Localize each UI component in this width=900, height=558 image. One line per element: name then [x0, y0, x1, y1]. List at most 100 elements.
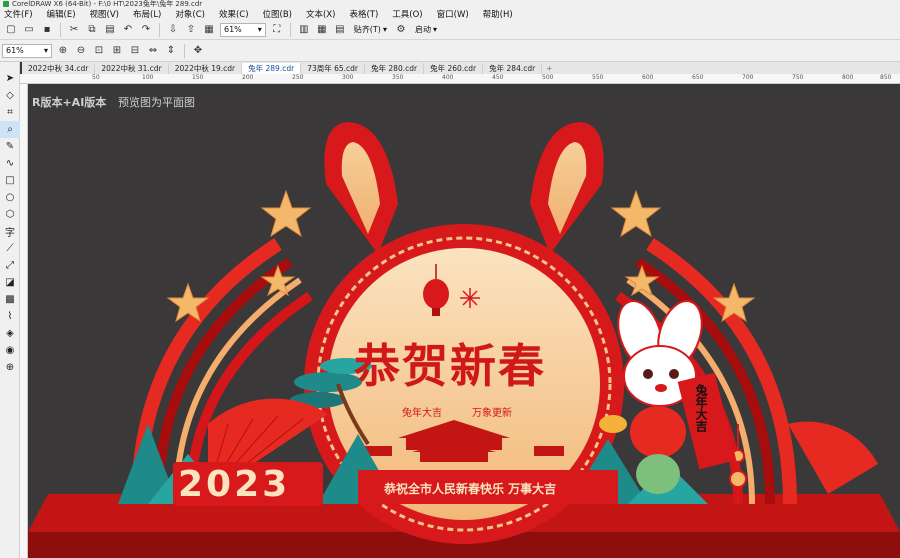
- zoom-level-select[interactable]: 61% ▾: [220, 22, 266, 37]
- tab-document[interactable]: 2022中秋 19.cdr: [169, 63, 243, 74]
- toolbox: ➤ ◇ ⌗ ⌕ ✎ ∿ □ ○ ⬡ 字 ⟋ ⤢ ◪ ▩ ⌇ ◈ ◉ ⊕: [0, 62, 20, 558]
- shape-tool-icon[interactable]: ◇: [0, 87, 20, 104]
- chevron-down-icon: ▾: [43, 46, 48, 55]
- tab-document-active[interactable]: 兔年 289.cdr: [242, 63, 302, 74]
- tab-label: 73周年 65.cdr: [307, 64, 359, 73]
- redo-icon[interactable]: ↷: [139, 23, 153, 37]
- drawing-canvas[interactable]: R版本+AI版本 预览图为平面图 恭贺新春 兔年大吉 万象更新 2023 恭祝全…: [28, 84, 900, 558]
- new-tab-plus-icon[interactable]: +: [542, 63, 556, 74]
- toolbar-divider: [60, 22, 61, 37]
- menu-window[interactable]: 窗口(W): [437, 8, 469, 20]
- zoom-height-icon[interactable]: ⇕: [164, 44, 178, 58]
- ruler-tick-label: 800: [842, 74, 854, 81]
- zoom-level-value: 61%: [224, 25, 242, 34]
- ruler-tick-label: 600: [642, 74, 654, 81]
- ruler-tick-label: 400: [442, 74, 454, 81]
- zoom-all-objects-icon[interactable]: ⊞: [110, 44, 124, 58]
- undo-icon[interactable]: ↶: [121, 23, 135, 37]
- ruler-tick-label: 650: [692, 74, 704, 81]
- menu-table[interactable]: 表格(T): [349, 8, 378, 20]
- eyedropper-icon[interactable]: ⌇: [0, 308, 20, 325]
- zoom-page-icon[interactable]: ⊟: [128, 44, 142, 58]
- application-launcher-dropdown[interactable]: 启动 ▾: [412, 23, 440, 37]
- save-icon[interactable]: ▪: [40, 23, 54, 37]
- show-guidelines-icon[interactable]: ▤: [333, 23, 347, 37]
- show-grid-icon[interactable]: ▦: [315, 23, 329, 37]
- menu-tools[interactable]: 工具(O): [392, 8, 422, 20]
- menu-effects[interactable]: 效果(C): [219, 8, 249, 20]
- snap-to-dropdown[interactable]: 贴齐(T) ▾: [351, 23, 390, 37]
- horizontal-ruler[interactable]: 50 100 150 200 250 300 350 400 450 500 5…: [20, 74, 900, 84]
- tab-label: 2022中秋 19.cdr: [174, 64, 236, 73]
- tab-document[interactable]: 2022中秋 34.cdr: [22, 63, 96, 74]
- zoom-levels-value: 61%: [6, 46, 24, 55]
- menu-bar: 文件(F) 编辑(E) 视图(V) 布局(L) 对象(C) 效果(C) 位图(B…: [0, 8, 900, 20]
- connector-tool-icon[interactable]: ⤢: [0, 257, 20, 274]
- zoom-levels-select[interactable]: 61% ▾: [2, 43, 52, 58]
- paste-icon[interactable]: ▤: [103, 23, 117, 37]
- menu-file[interactable]: 文件(F): [4, 8, 33, 20]
- vertical-ruler[interactable]: [20, 84, 28, 558]
- chevron-down-icon: ▾: [382, 25, 387, 34]
- zoom-in-icon[interactable]: ⊕: [56, 44, 70, 58]
- polygon-tool-icon[interactable]: ⬡: [0, 206, 20, 223]
- tab-document[interactable]: 2022中秋 31.cdr: [95, 63, 169, 74]
- publish-pdf-icon[interactable]: ▦: [202, 23, 216, 37]
- ruler-tick-label: 850: [880, 74, 892, 81]
- tab-document[interactable]: 兔年 284.cdr: [483, 63, 543, 74]
- tab-document[interactable]: 兔年 260.cdr: [424, 63, 484, 74]
- ellipse-tool-icon[interactable]: ○: [0, 189, 20, 206]
- menu-view[interactable]: 视图(V): [90, 8, 119, 20]
- menu-object[interactable]: 对象(C): [175, 8, 205, 20]
- document-tabs: 2022中秋 34.cdr 2022中秋 31.cdr 2022中秋 19.cd…: [22, 62, 900, 74]
- show-rulers-icon[interactable]: ▥: [297, 23, 311, 37]
- new-document-icon[interactable]: ▢: [4, 23, 18, 37]
- import-icon[interactable]: ⇩: [166, 23, 180, 37]
- copy-icon[interactable]: ⧉: [85, 23, 99, 37]
- tab-label: 兔年 289.cdr: [248, 64, 295, 73]
- slogan-banner-text: 恭祝全市人民新春快乐 万事大吉: [384, 482, 557, 496]
- headline-greeting: 恭贺新春: [354, 339, 546, 393]
- zoom-width-icon[interactable]: ⇔: [146, 44, 160, 58]
- launch-label: 启动: [414, 25, 431, 34]
- zoom-tool-icon[interactable]: ⌕: [0, 121, 20, 138]
- tab-label: 2022中秋 34.cdr: [28, 64, 89, 73]
- menu-layout[interactable]: 布局(L): [133, 8, 161, 20]
- scroll-text: 兔年大吉: [694, 384, 708, 432]
- crop-tool-icon[interactable]: ⌗: [0, 104, 20, 121]
- artistic-media-icon[interactable]: ∿: [0, 155, 20, 172]
- menu-text[interactable]: 文本(X): [306, 8, 335, 20]
- text-tool-icon[interactable]: 字: [0, 223, 20, 240]
- tab-label: 兔年 284.cdr: [489, 64, 536, 73]
- cut-icon[interactable]: ✂: [67, 23, 81, 37]
- star-mark: [610, 189, 662, 238]
- smart-fill-icon[interactable]: ◉: [0, 342, 20, 359]
- menu-bitmaps[interactable]: 位图(B): [263, 8, 292, 20]
- freehand-tool-icon[interactable]: ✎: [0, 138, 20, 155]
- tab-document[interactable]: 73周年 65.cdr: [301, 63, 366, 74]
- add-tool-icon[interactable]: ⊕: [0, 359, 20, 376]
- transparency-tool-icon[interactable]: ▩: [0, 291, 20, 308]
- tab-label: 兔年 260.cdr: [430, 64, 477, 73]
- zoom-selected-icon[interactable]: ⊡: [92, 44, 106, 58]
- right-fan: [788, 421, 878, 494]
- fill-tool-icon[interactable]: ◈: [0, 325, 20, 342]
- menu-edit[interactable]: 编辑(E): [47, 8, 76, 20]
- drop-shadow-icon[interactable]: ◪: [0, 274, 20, 291]
- menu-help[interactable]: 帮助(H): [483, 8, 513, 20]
- title-bar: CorelDRAW X6 (64-Bit) - F:\0 HT\2023兔年\兔…: [0, 0, 900, 8]
- toolbar-divider: [184, 43, 185, 58]
- hand-tool-icon[interactable]: ✥: [191, 44, 205, 58]
- open-folder-icon[interactable]: ▭: [22, 23, 36, 37]
- standard-toolbar: ▢ ▭ ▪ ✂ ⧉ ▤ ↶ ↷ ⇩ ⇧ ▦ 61% ▾ ⛶ ▥ ▦ ▤ 贴齐(T)…: [0, 20, 900, 40]
- pick-tool-icon[interactable]: ➤: [0, 70, 20, 87]
- parallel-dimension-icon[interactable]: ⟋: [0, 240, 20, 257]
- ruler-tick-label: 300: [342, 74, 354, 81]
- full-screen-icon[interactable]: ⛶: [270, 23, 284, 37]
- options-gear-icon[interactable]: ⚙: [394, 23, 408, 37]
- export-icon[interactable]: ⇧: [184, 23, 198, 37]
- rectangle-tool-icon[interactable]: □: [0, 172, 20, 189]
- sub-slogan-right: 万象更新: [472, 408, 512, 419]
- tab-document[interactable]: 兔年 280.cdr: [365, 63, 425, 74]
- zoom-out-icon[interactable]: ⊖: [74, 44, 88, 58]
